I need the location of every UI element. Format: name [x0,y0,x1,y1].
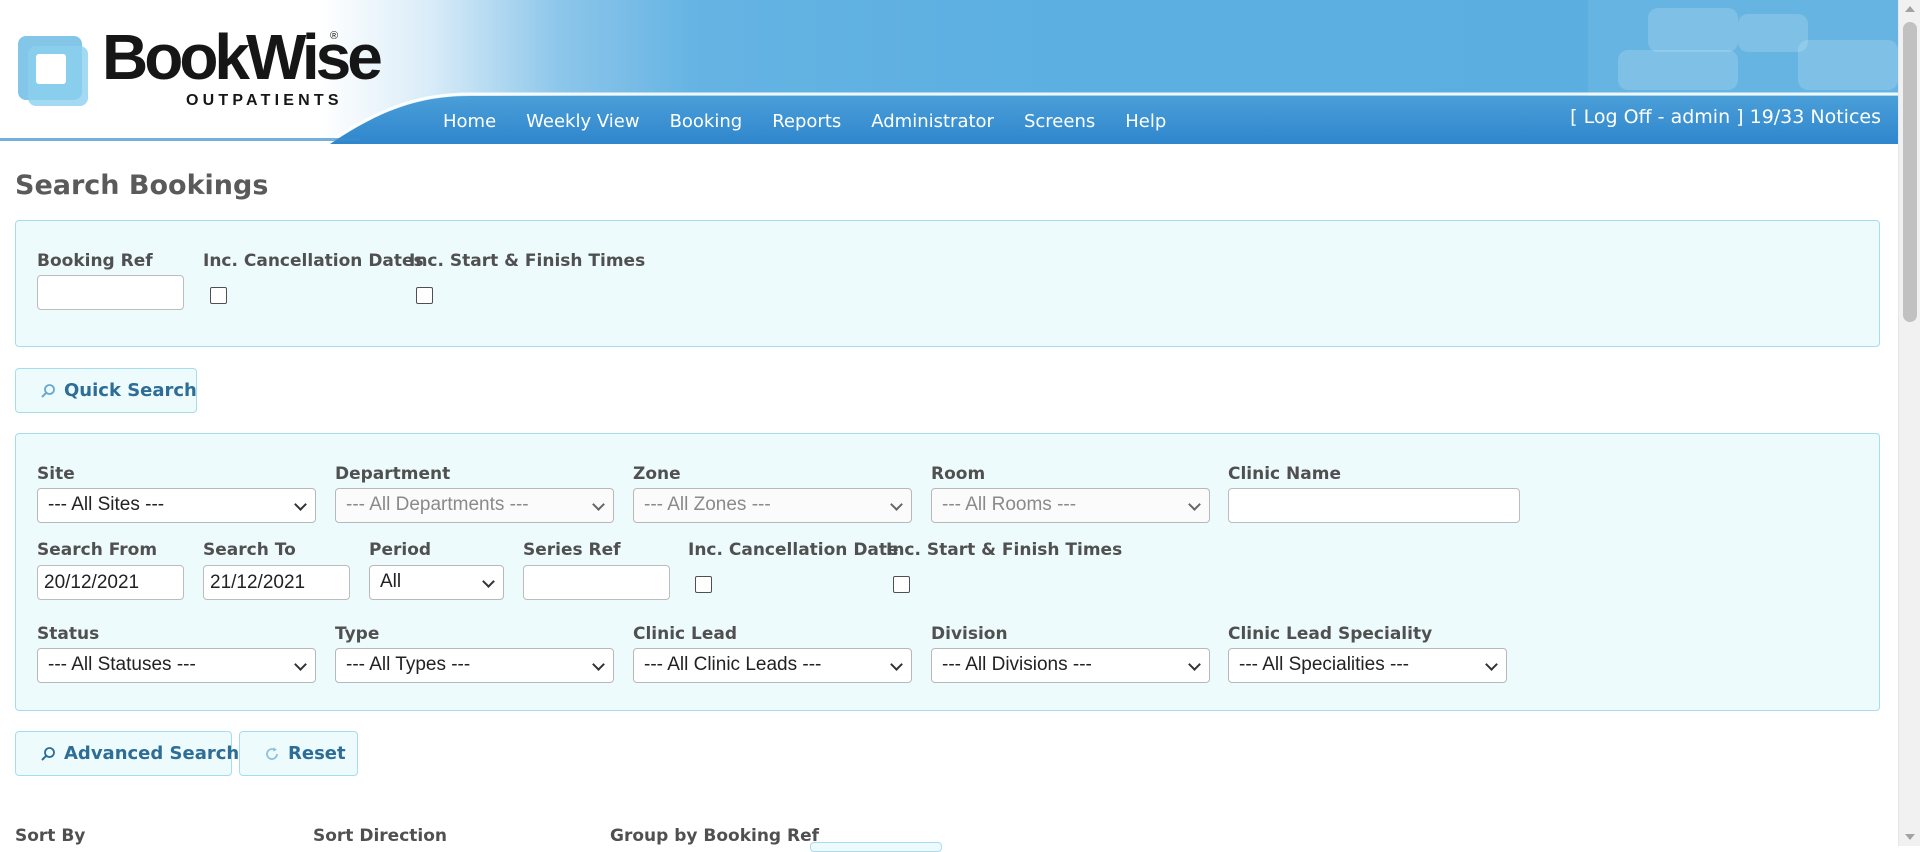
search-from-input[interactable] [37,565,184,600]
chevron-down-icon [1485,658,1498,671]
chevron-down-icon [294,498,307,511]
adv-inc-start-finish-times-label: Inc. Start & Finish Times [886,540,1123,560]
clinic-lead-speciality-select[interactable]: --- All Specialities --- [1228,648,1507,683]
search-to-input[interactable] [203,565,350,600]
advanced-search-panel: Site --- All Sites --- Department --- Al… [15,433,1880,711]
sort-direction-label: Sort Direction [313,826,448,846]
series-ref-input[interactable] [523,565,670,600]
department-select[interactable]: --- All Departments --- [335,488,614,523]
room-label: Room [931,464,986,484]
inc-cancellation-date-checkbox[interactable] [695,576,712,593]
department-select-value: --- All Departments --- [346,494,529,515]
menu-help[interactable]: Help [1110,108,1181,136]
logo-icon [18,36,88,106]
search-icon [41,383,55,398]
vertical-scrollbar[interactable] [1898,0,1920,846]
clinic-lead-speciality-select-value: --- All Specialities --- [1239,654,1409,675]
zone-select[interactable]: --- All Zones --- [633,488,912,523]
status-select-value: --- All Statuses --- [48,654,196,675]
inc-cancellation-date-label: Inc. Cancellation Date [688,540,899,560]
scroll-down-arrow-icon[interactable] [1905,834,1915,840]
chevron-down-icon [592,498,605,511]
inc-cancellation-dates-label: Inc. Cancellation Dates [203,251,424,271]
inc-cancellation-dates-checkbox[interactable] [210,287,227,304]
scroll-up-arrow-icon[interactable] [1905,6,1915,12]
series-ref-label: Series Ref [523,540,621,560]
group-by-booking-ref-label: Group by Booking Ref [610,826,820,846]
chevron-down-icon [1188,658,1201,671]
clinic-lead-select-value: --- All Clinic Leads --- [644,654,822,675]
zone-select-value: --- All Zones --- [644,494,771,515]
quick-search-panel: Booking Ref Inc. Cancellation Dates Inc.… [15,220,1880,347]
chevron-down-icon [592,658,605,671]
refresh-icon [266,746,278,760]
scroll-thumb[interactable] [1903,22,1917,322]
menu-reports[interactable]: Reports [757,108,856,136]
logo-subtext: OUTPATIENTS [186,92,343,109]
clinic-lead-label: Clinic Lead [633,624,738,644]
quick-search-button-label: Quick Search [64,380,197,401]
quick-search-button[interactable]: Quick Search [15,368,197,413]
site-select-value: --- All Sites --- [48,494,165,515]
search-to-label: Search To [203,540,296,560]
sort-by-label: Sort By [15,826,86,846]
menu-booking[interactable]: Booking [655,108,758,136]
booking-ref-label: Booking Ref [37,251,153,271]
menu-weekly-view[interactable]: Weekly View [511,108,654,136]
user-logoff-notices-link[interactable]: [ Log Off - admin ] 19/33 Notices [1570,106,1881,128]
period-label: Period [369,540,432,560]
status-label: Status [37,624,100,644]
chevron-down-icon [890,658,903,671]
search-from-label: Search From [37,540,158,560]
menu-screens[interactable]: Screens [1009,108,1110,136]
status-select[interactable]: --- All Statuses --- [37,648,316,683]
reset-button[interactable]: Reset [239,731,358,776]
clinic-lead-select[interactable]: --- All Clinic Leads --- [633,648,912,683]
chevron-down-icon [1188,498,1201,511]
site-label: Site [37,464,75,484]
adv-inc-start-finish-times-checkbox[interactable] [893,576,910,593]
page-title: Search Bookings [15,170,269,201]
reset-button-label: Reset [288,743,346,764]
inc-start-finish-times-label: Inc. Start & Finish Times [409,251,646,271]
type-select-value: --- All Types --- [346,654,471,675]
chevron-down-icon [890,498,903,511]
chevron-down-icon [482,575,495,588]
clinic-name-label: Clinic Name [1228,464,1341,484]
room-select[interactable]: --- All Rooms --- [931,488,1210,523]
division-select[interactable]: --- All Divisions --- [931,648,1210,683]
type-label: Type [335,624,380,644]
bookwise-logo[interactable]: BookWise ® OUTPATIENTS [14,21,383,116]
department-label: Department [335,464,451,484]
period-select[interactable]: All [369,565,504,600]
main-menu: Home Weekly View Booking Reports Adminis… [428,108,1181,136]
search-icon [41,746,55,761]
site-select[interactable]: --- All Sites --- [37,488,316,523]
menu-administrator[interactable]: Administrator [856,108,1009,136]
division-label: Division [931,624,1008,644]
advanced-search-button[interactable]: Advanced Search [15,731,239,776]
clinic-name-input[interactable] [1228,488,1520,523]
type-select[interactable]: --- All Types --- [335,648,614,683]
app-header: BookWise ® OUTPATIENTS Home Weekly View … [0,0,1898,144]
zone-label: Zone [633,464,681,484]
sort-action-button[interactable] [810,842,942,852]
chevron-down-icon [294,658,307,671]
menu-home[interactable]: Home [428,108,511,136]
logo-registered-mark: ® [330,30,339,42]
advanced-search-button-label: Advanced Search [64,743,240,764]
period-select-value: All [380,571,402,592]
room-select-value: --- All Rooms --- [942,494,1077,515]
booking-ref-input[interactable] [37,275,184,310]
division-select-value: --- All Divisions --- [942,654,1092,675]
clinic-lead-speciality-label: Clinic Lead Speciality [1228,624,1433,644]
inc-start-finish-times-checkbox[interactable] [416,287,433,304]
